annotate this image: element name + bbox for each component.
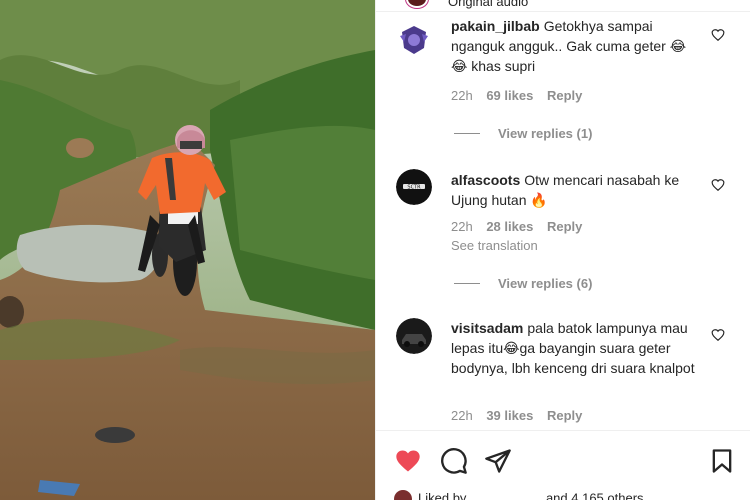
comment-likes[interactable]: 69 likes [486, 88, 533, 103]
comment-meta: 22h 28 likes Reply [451, 219, 592, 234]
reply-button[interactable]: Reply [547, 88, 582, 103]
liked-by-line[interactable]: Liked by __________ and 4,165 others [394, 490, 644, 500]
motorcycle-trail-video-frame [0, 0, 375, 500]
comment-text-block: pakain_jilbab Getokhya sampai nganguk ang… [451, 16, 701, 76]
comment-username[interactable]: alfascoots [451, 172, 520, 188]
svg-text:SCTR: SCTR [407, 185, 421, 191]
original-audio-link[interactable]: Original audio [448, 0, 528, 9]
view-replies-label: View replies (6) [498, 276, 593, 291]
car-photo-avatar-icon [396, 318, 432, 354]
author-avatar[interactable] [406, 0, 428, 8]
reply-button[interactable]: Reply [547, 219, 582, 234]
commenter-avatar[interactable] [396, 318, 432, 354]
view-replies-divider [454, 283, 480, 284]
liker-avatar [394, 490, 412, 500]
comment-username[interactable]: pakain_jilbab [451, 18, 540, 34]
post-media[interactable] [0, 0, 375, 500]
like-comment-heart-icon[interactable] [711, 328, 725, 342]
like-comment-heart-icon[interactable] [711, 178, 725, 192]
comment-meta: 22h 39 likes Reply [451, 408, 592, 423]
liked-by-text: Liked by __________ and 4,165 others [418, 490, 644, 500]
comments-panel: Original audio pakain_jilbab Getokhya sam… [375, 0, 750, 500]
comment-likes[interactable]: 28 likes [486, 219, 533, 234]
commenter-avatar[interactable] [396, 22, 432, 58]
comment-item: visitsadam pala batok lampunya mau lepas … [396, 318, 741, 428]
comment-time[interactable]: 22h [451, 88, 473, 103]
comment-meta: 22h 69 likes Reply [451, 88, 592, 103]
comment-time[interactable]: 22h [451, 219, 473, 234]
commenter-avatar[interactable]: SCTR [396, 169, 432, 205]
view-replies-label: View replies (1) [498, 126, 593, 141]
comment-item: SCTR alfascoots Otw mencari nasabah ke Uj… [396, 169, 741, 260]
comment-username[interactable]: visitsadam [451, 320, 523, 336]
like-comment-heart-icon[interactable] [711, 28, 725, 42]
view-replies-button[interactable]: View replies (1) [454, 126, 592, 141]
dark-logo-avatar-icon: SCTR [396, 169, 432, 205]
comment-time[interactable]: 22h [451, 408, 473, 423]
see-translation-link[interactable]: See translation [451, 238, 538, 253]
post-header: Original audio [376, 0, 750, 12]
view-replies-button[interactable]: View replies (6) [454, 276, 592, 291]
comment-text-block: visitsadam pala batok lampunya mau lepas … [451, 318, 711, 378]
purple-badge-avatar-icon [396, 22, 432, 58]
share-send-icon[interactable] [484, 447, 512, 475]
save-bookmark-icon[interactable] [708, 447, 736, 475]
comment-likes[interactable]: 39 likes [486, 408, 533, 423]
post-action-bar [376, 430, 750, 488]
view-replies-divider [454, 133, 480, 134]
reply-button[interactable]: Reply [547, 408, 582, 423]
comment-text-block: alfascoots Otw mencari nasabah ke Ujung h… [451, 170, 701, 210]
comment-item: pakain_jilbab Getokhya sampai nganguk ang… [396, 18, 741, 112]
like-post-heart-icon[interactable] [394, 447, 422, 475]
comment-bubble-icon[interactable] [440, 447, 468, 475]
